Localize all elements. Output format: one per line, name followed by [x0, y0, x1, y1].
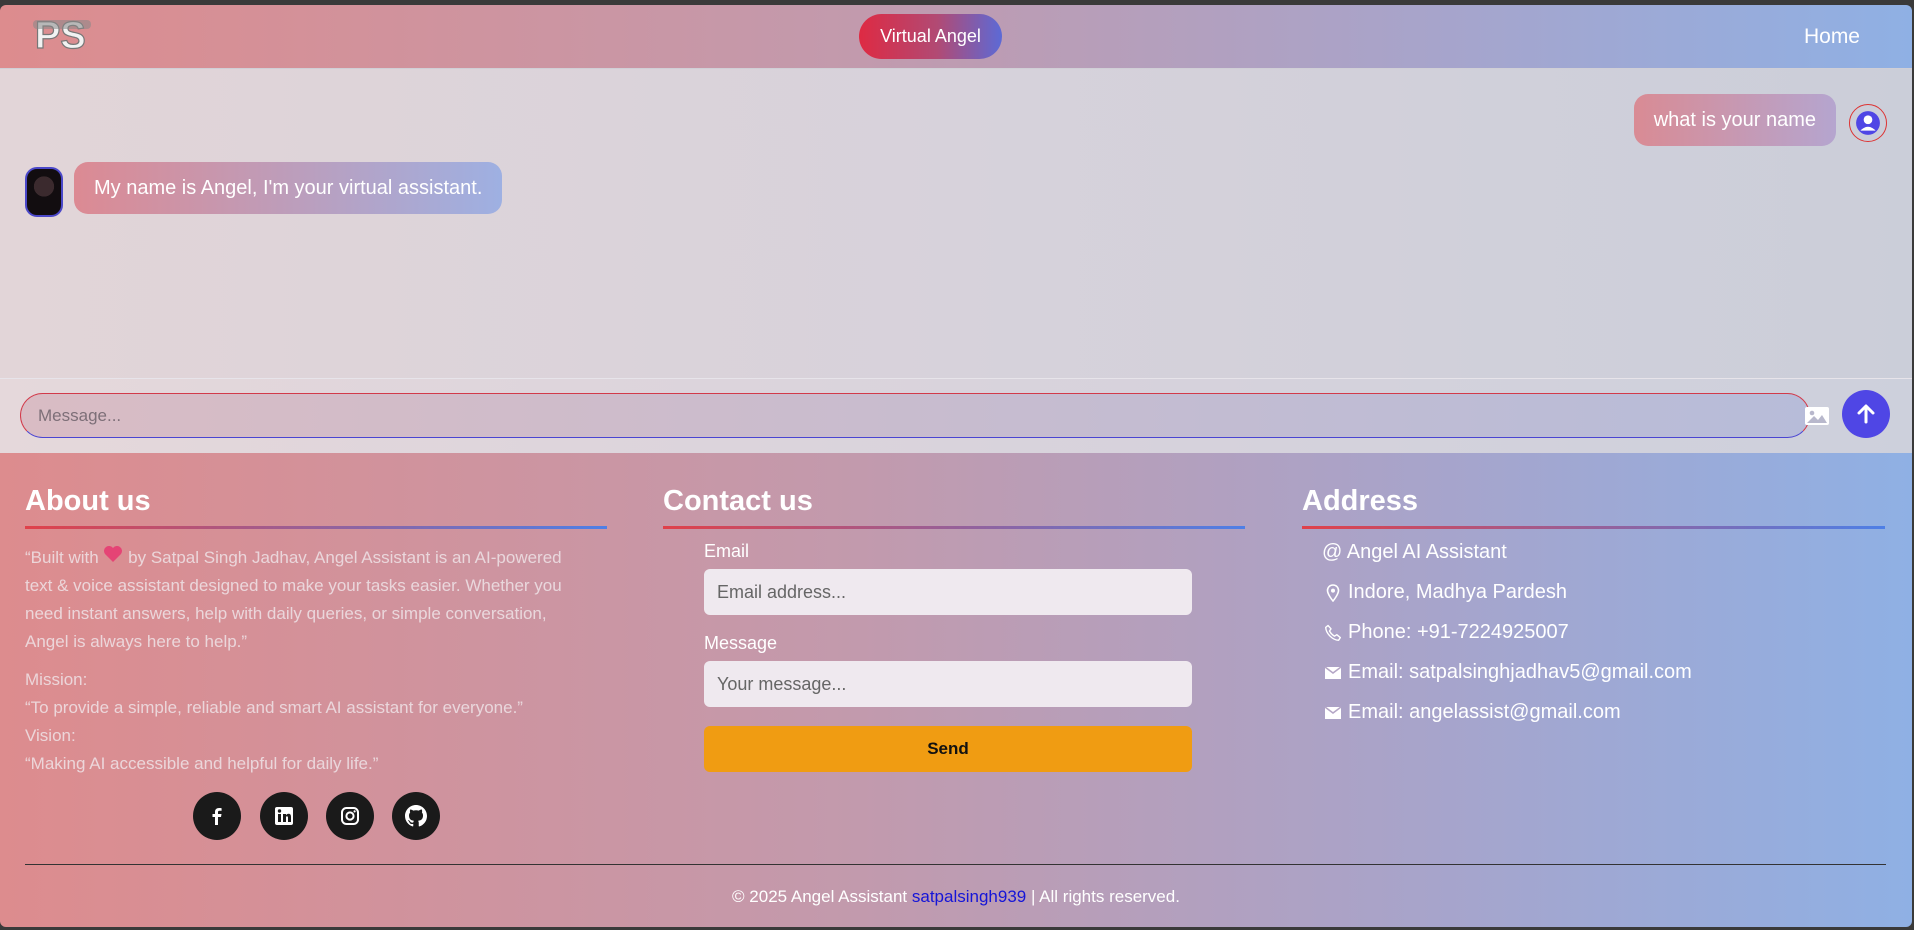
address-row-phone: Phone: +91-7224925007	[1322, 621, 1569, 644]
facebook-button[interactable]	[193, 792, 241, 840]
message-label: Message	[704, 633, 778, 653]
address-underline	[1302, 526, 1885, 529]
brand-pill[interactable]: Virtual Angel	[859, 14, 1002, 59]
mission-vision: Mission: “To provide a simple, reliable …	[25, 666, 590, 778]
arrow-up-icon	[1857, 404, 1875, 424]
message-field[interactable]	[704, 661, 1192, 707]
ps-logo[interactable]: PS	[33, 14, 97, 58]
mission-text: “To provide a simple, reliable and smart…	[25, 698, 523, 717]
address-row-email-1: Email: satpalsinghjadhav5@gmail.com	[1322, 661, 1692, 684]
copyright-suffix: | All rights reserved.	[1030, 887, 1180, 906]
address-row-email-2: Email: angelassist@gmail.com	[1322, 701, 1621, 724]
footer: About us “Built with by Satpal Singh Jad…	[0, 451, 1912, 927]
address-row-org: @ Angel AI Assistant	[1322, 541, 1507, 564]
message-input[interactable]	[20, 393, 1810, 438]
about-title: About us	[25, 485, 151, 517]
about-underline	[25, 526, 607, 529]
vision-text: “Making AI accessible and helpful for da…	[25, 754, 379, 773]
user-icon	[1856, 111, 1880, 135]
instagram-icon	[341, 807, 359, 825]
instagram-button[interactable]	[326, 792, 374, 840]
message-composer	[0, 378, 1912, 453]
copyright-prefix: © 2025 Angel Assistant	[732, 887, 908, 906]
send-message-button[interactable]	[1842, 390, 1890, 438]
contact-underline	[663, 526, 1245, 529]
copyright: © 2025 Angel Assistant satpalsingh939 | …	[0, 887, 1912, 907]
email-field[interactable]	[704, 569, 1192, 615]
bot-avatar	[25, 167, 63, 217]
linkedin-icon	[275, 807, 293, 825]
copyright-handle-link[interactable]: satpalsingh939	[912, 887, 1026, 906]
bot-message-bubble: My name is Angel, I'm your virtual assis…	[74, 162, 503, 214]
email-text-1[interactable]: Email: satpalsinghjadhav5@gmail.com	[1348, 661, 1692, 684]
facebook-icon	[212, 808, 222, 825]
heart-icon	[103, 544, 123, 572]
linkedin-button[interactable]	[260, 792, 308, 840]
phone-icon	[1322, 622, 1344, 644]
contact-title: Contact us	[663, 485, 813, 517]
chat-area: what is your name My name is Angel, I'm …	[0, 68, 1912, 453]
phone-text[interactable]: Phone: +91-7224925007	[1348, 621, 1569, 644]
vision-label: Vision:	[25, 726, 76, 745]
contact-send-button[interactable]: Send	[704, 726, 1192, 772]
user-avatar	[1849, 104, 1887, 142]
about-description: “Built with by Satpal Singh Jadhav, Ange…	[25, 544, 590, 656]
address-title: Address	[1302, 485, 1419, 517]
email-label: Email	[704, 541, 750, 561]
email-text-2[interactable]: Email: angelassist@gmail.com	[1348, 701, 1621, 724]
github-icon	[405, 805, 427, 827]
app-window: PS Virtual Angel Home what is your name …	[0, 5, 1912, 927]
about-text-start: “Built with	[25, 548, 99, 567]
address-row-location: Indore, Madhya Pardesh	[1322, 581, 1567, 604]
mail-icon	[1322, 702, 1344, 724]
mail-icon	[1322, 662, 1344, 684]
image-icon	[1805, 407, 1829, 425]
footer-divider	[25, 864, 1886, 865]
image-upload-button[interactable]	[1803, 404, 1831, 428]
github-button[interactable]	[392, 792, 440, 840]
logo-graphic: PS	[33, 14, 91, 58]
user-message-bubble: what is your name	[1633, 94, 1836, 146]
org-name: @ Angel AI Assistant	[1322, 541, 1507, 563]
nav-home-link[interactable]: Home	[1804, 25, 1860, 49]
top-navbar: PS Virtual Angel Home	[0, 5, 1912, 68]
location-pin-icon	[1322, 582, 1344, 604]
location-text: Indore, Madhya Pardesh	[1348, 581, 1568, 603]
mission-label: Mission:	[25, 670, 88, 689]
